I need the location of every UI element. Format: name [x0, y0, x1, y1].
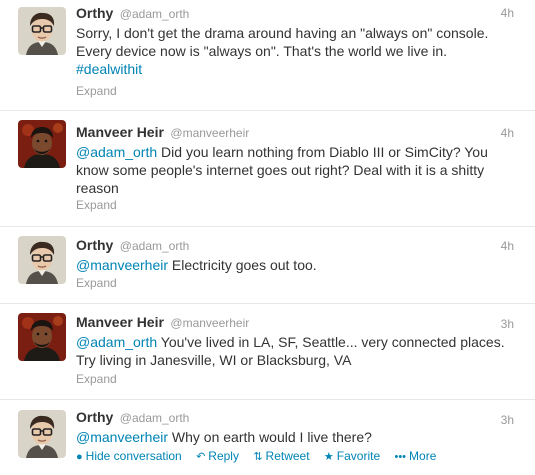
tweet-text: @manveerheir Electricity goes out too.: [76, 256, 521, 274]
username[interactable]: @adam_orth: [120, 411, 190, 425]
tweet[interactable]: Orthy @adam_orth 4h Sorry, I don't get t…: [0, 0, 535, 111]
reply-button[interactable]: ↶ Reply: [196, 449, 239, 463]
more-dots-icon: •••: [394, 451, 407, 463]
tweet[interactable]: Orthy @adam_orth 4h @manveerheir Electri…: [0, 227, 535, 304]
more-button[interactable]: ••• More: [394, 449, 436, 463]
tweet[interactable]: Manveer Heir @manveerheir 3h @adam_orth …: [0, 304, 535, 400]
orthy-avatar[interactable]: [18, 7, 66, 55]
tweet-header: Orthy @adam_orth: [76, 5, 189, 23]
mention-link[interactable]: @adam_orth: [76, 144, 157, 160]
retweet-icon: ⇅: [253, 451, 263, 463]
tweet-text: @adam_orth You've lived in LA, SF, Seatt…: [76, 333, 521, 369]
tweet-header: Manveer Heir @manveerheir: [76, 124, 249, 142]
fullname[interactable]: Orthy: [76, 237, 113, 253]
star-icon: ★: [323, 451, 334, 463]
reply-arrow-icon: ↶: [196, 451, 206, 463]
tweet-header: Orthy @adam_orth: [76, 237, 189, 255]
conversation-timeline: Orthy @adam_orth 4h Sorry, I don't get t…: [0, 0, 535, 475]
speech-bubble-icon: ●: [76, 451, 83, 463]
manveer-avatar[interactable]: [18, 120, 66, 168]
retweet-label: Retweet: [265, 449, 310, 463]
timestamp[interactable]: 3h: [501, 413, 514, 427]
timestamp[interactable]: 3h: [501, 317, 514, 331]
tweet[interactable]: Orthy @adam_orth 3h @manveerheir Why on …: [0, 400, 535, 475]
expand-link[interactable]: Expand: [76, 372, 117, 386]
tweet-header: Orthy @adam_orth: [76, 409, 189, 427]
tweet-body: Why on earth would I live there?: [168, 429, 372, 445]
favorite-button[interactable]: ★ Favorite: [324, 449, 380, 463]
fullname[interactable]: Manveer Heir: [76, 124, 164, 140]
tweet[interactable]: Manveer Heir @manveerheir 4h @adam_orth …: [0, 111, 535, 227]
mention-link[interactable]: @manveerheir: [76, 429, 168, 445]
manveer-avatar[interactable]: [18, 313, 66, 361]
fullname[interactable]: Orthy: [76, 409, 113, 425]
mention-link[interactable]: @adam_orth: [76, 334, 157, 350]
timestamp[interactable]: 4h: [501, 239, 514, 253]
tweet-actions: ● Hide conversation ↶ Reply ⇅ Retweet ★ Favo…: [76, 449, 447, 463]
retweet-button[interactable]: ⇅ Retweet: [253, 449, 309, 463]
hide-conversation-button[interactable]: ● Hide conversation: [76, 449, 182, 463]
username[interactable]: @manveerheir: [170, 126, 249, 140]
hashtag-link[interactable]: #dealwithit: [76, 61, 142, 77]
tweet-text: @adam_orth Did you learn nothing from Di…: [76, 143, 521, 197]
orthy-avatar[interactable]: [18, 236, 66, 284]
more-label: More: [409, 449, 437, 463]
tweet-text: @manveerheir Why on earth would I live t…: [76, 428, 521, 446]
timestamp[interactable]: 4h: [501, 6, 514, 20]
fullname[interactable]: Manveer Heir: [76, 314, 164, 330]
favorite-label: Favorite: [336, 449, 381, 463]
username[interactable]: @manveerheir: [170, 316, 249, 330]
fullname[interactable]: Orthy: [76, 5, 113, 21]
tweet-body: Electricity goes out too.: [168, 257, 317, 273]
tweet-body: Sorry, I don't get the drama around havi…: [76, 25, 489, 59]
tweet-header: Manveer Heir @manveerheir: [76, 314, 249, 332]
reply-label: Reply: [208, 449, 239, 463]
tweet-text: Sorry, I don't get the drama around havi…: [76, 24, 521, 78]
expand-link[interactable]: Expand: [76, 198, 117, 212]
expand-link[interactable]: Expand: [76, 276, 117, 290]
username[interactable]: @adam_orth: [120, 7, 190, 21]
username[interactable]: @adam_orth: [120, 239, 190, 253]
mention-link[interactable]: @manveerheir: [76, 257, 168, 273]
expand-link[interactable]: Expand: [76, 84, 117, 98]
orthy-avatar[interactable]: [18, 410, 66, 458]
hide-conversation-label: Hide conversation: [85, 449, 182, 463]
timestamp[interactable]: 4h: [501, 126, 514, 140]
